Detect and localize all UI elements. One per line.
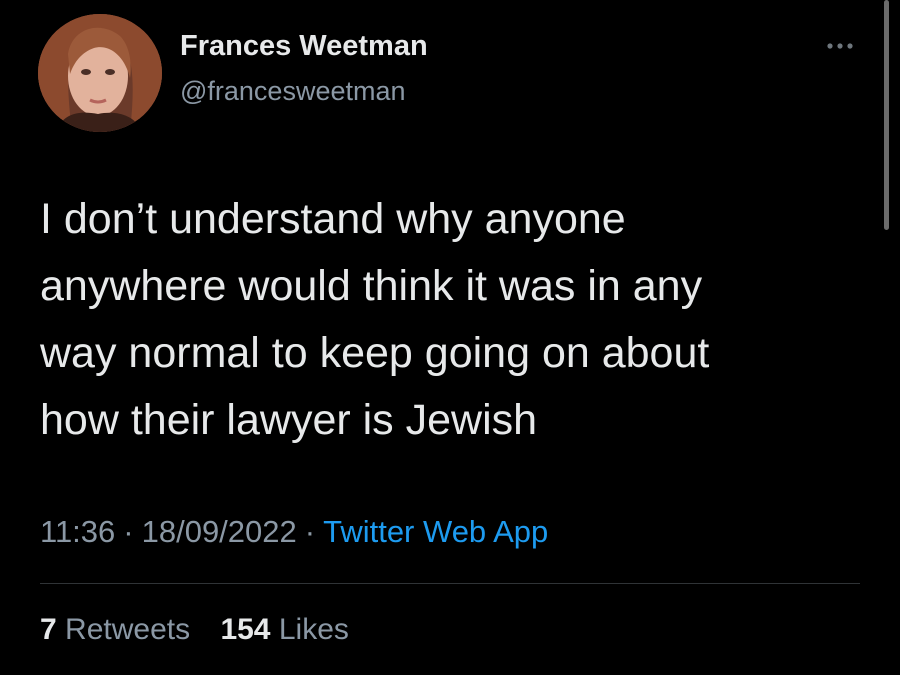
likes-label: Likes [278, 613, 349, 646]
more-options-button[interactable] [822, 36, 858, 56]
retweets-count: 7 [40, 613, 57, 646]
author-display-name[interactable]: Frances Weetman [180, 30, 428, 63]
tweet-time[interactable]: 11:36 [40, 514, 115, 549]
likes-count: 154 [220, 613, 271, 646]
tweet-detail: Frances Weetman @francesweetman I don’t … [0, 0, 900, 675]
tweet-text-line: way normal to keep going on about [40, 329, 710, 377]
avatar[interactable] [38, 14, 162, 132]
divider [40, 583, 860, 584]
more-horizontal-icon [827, 43, 853, 49]
tweet-text: I don’t understand why anyone anywhere w… [40, 186, 860, 454]
tweet-text-line: how their lawyer is Jewish [40, 396, 538, 444]
meta-separator: · [304, 514, 316, 549]
retweets-stat[interactable]: 7 Retweets [40, 613, 198, 646]
author-handle[interactable]: @francesweetman [180, 76, 406, 107]
tweet-metadata: 11:36 · 18/09/2022 · Twitter Web App [40, 514, 548, 550]
tweet-text-line: anywhere would think it was in any [40, 262, 703, 310]
tweet-text-line: I don’t understand why anyone [40, 195, 626, 243]
tweet-date[interactable]: 18/09/2022 [142, 514, 297, 549]
engagement-stats: 7 Retweets 154 Likes [40, 613, 349, 647]
avatar-photo-icon [38, 14, 162, 132]
scrollbar[interactable] [884, 0, 889, 230]
tweet-source-link[interactable]: Twitter Web App [323, 514, 548, 549]
retweets-label: Retweets [65, 613, 191, 646]
meta-separator: · [123, 514, 134, 549]
likes-stat[interactable]: 154 Likes [220, 613, 348, 646]
